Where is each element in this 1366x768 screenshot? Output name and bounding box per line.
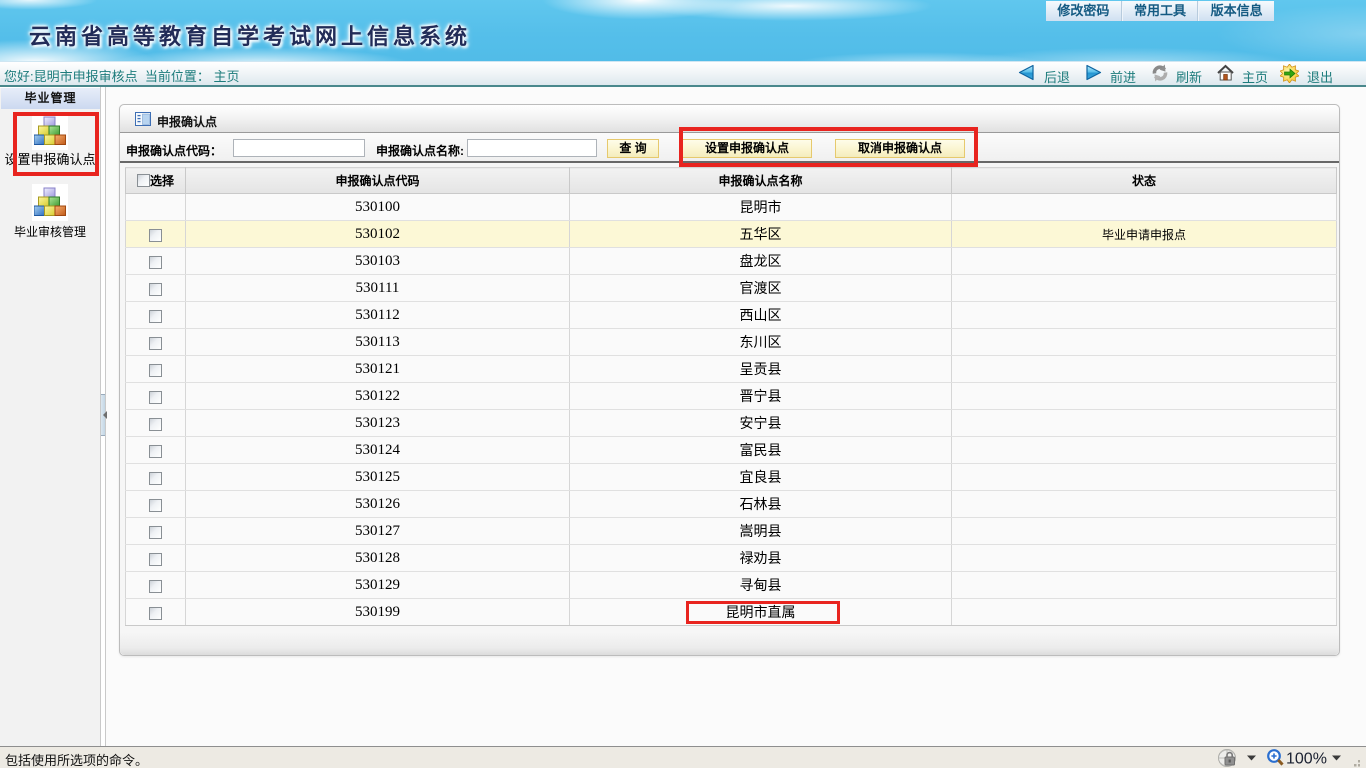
svg-text:100%: 100% bbox=[1286, 751, 1327, 768]
